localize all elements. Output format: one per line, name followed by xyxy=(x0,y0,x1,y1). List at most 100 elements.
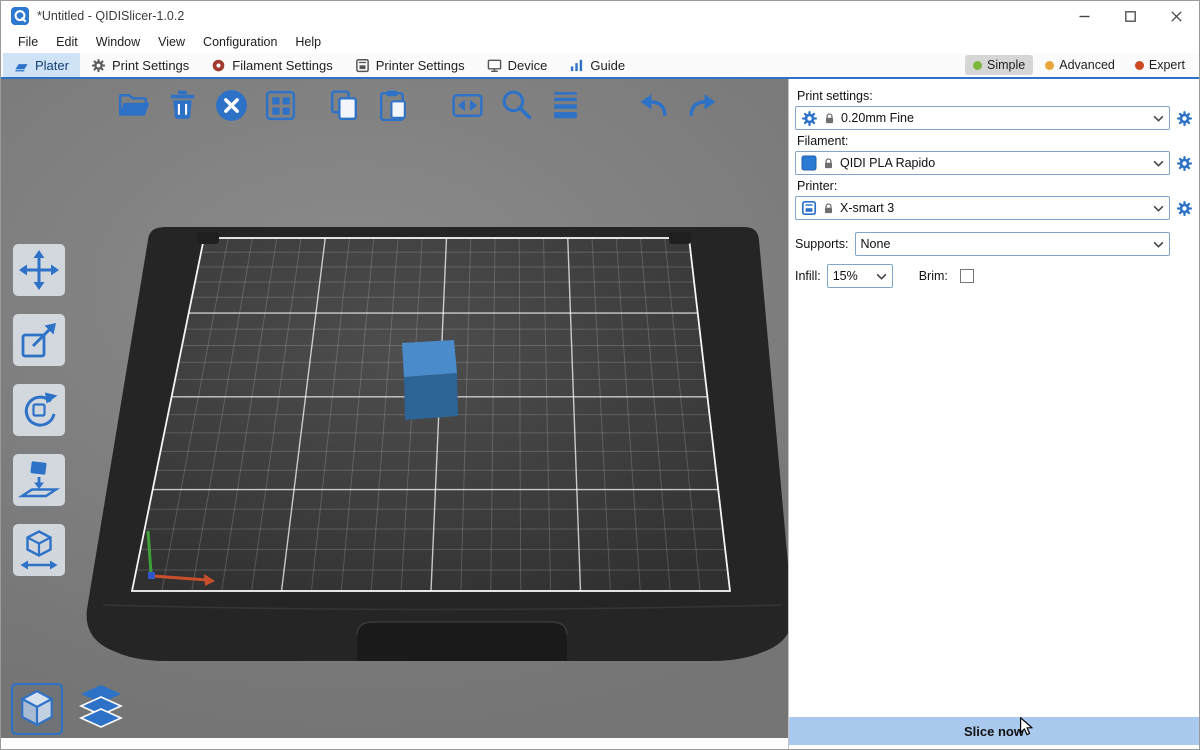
layers-view-icon[interactable] xyxy=(75,683,127,735)
variable-layer-height-icon[interactable] xyxy=(545,85,585,125)
3d-view-icon[interactable] xyxy=(11,683,63,735)
menu-file[interactable]: File xyxy=(9,35,47,49)
gear-icon xyxy=(801,110,818,127)
copy-icon[interactable] xyxy=(324,85,364,125)
infill-label: Infill: xyxy=(795,269,821,283)
model-cube[interactable] xyxy=(402,340,458,420)
maximize-button[interactable] xyxy=(1107,1,1153,31)
expert-mode-dot-icon xyxy=(1135,61,1144,70)
bed-clip xyxy=(197,232,219,244)
tab-print-settings[interactable]: Print Settings xyxy=(80,53,200,77)
undo-icon[interactable] xyxy=(633,85,673,125)
print-settings-combo[interactable]: 0.20mm Fine xyxy=(795,106,1170,130)
mode-simple[interactable]: Simple xyxy=(965,55,1033,75)
brim-label: Brim: xyxy=(919,269,948,283)
printer-value: X-smart 3 xyxy=(840,201,1144,215)
window-controls xyxy=(1061,1,1199,31)
close-icon xyxy=(1171,11,1182,22)
split-icon[interactable] xyxy=(447,85,487,125)
tab-guide[interactable]: Guide xyxy=(558,53,636,77)
supports-label: Supports: xyxy=(795,237,849,251)
supports-combo[interactable]: None xyxy=(855,232,1170,256)
open-file-icon[interactable] xyxy=(113,85,153,125)
bed-handle-recess xyxy=(357,622,567,661)
gear-icon xyxy=(91,58,106,73)
viewport-column xyxy=(1,79,788,750)
menu-configuration[interactable]: Configuration xyxy=(194,35,286,49)
mode-label: Expert xyxy=(1149,58,1185,72)
app-logo-icon xyxy=(11,7,29,25)
printer-label: Printer: xyxy=(797,179,1191,193)
maximize-icon xyxy=(1125,11,1136,22)
move-icon[interactable] xyxy=(13,244,65,296)
rotate-icon[interactable] xyxy=(13,384,65,436)
object-toolbar xyxy=(113,85,722,125)
printer-combo[interactable]: X-smart 3 xyxy=(795,196,1170,220)
tab-label: Guide xyxy=(590,58,625,73)
printer-icon xyxy=(801,200,817,216)
tab-device[interactable]: Device xyxy=(476,53,559,77)
tab-label: Plater xyxy=(35,58,69,73)
minimize-button[interactable] xyxy=(1061,1,1107,31)
filament-label: Filament: xyxy=(797,134,1191,148)
filament-icon xyxy=(211,58,226,73)
lock-icon xyxy=(822,157,835,170)
scene-canvas[interactable] xyxy=(1,79,788,738)
filament-gear-button[interactable] xyxy=(1176,155,1193,172)
chevron-down-icon xyxy=(876,273,887,280)
plater-icon xyxy=(14,58,29,73)
minimize-icon xyxy=(1079,11,1090,22)
simple-mode-dot-icon xyxy=(973,61,982,70)
print-settings-label: Print settings: xyxy=(797,89,1191,103)
measure-icon[interactable] xyxy=(13,524,65,576)
supports-value: None xyxy=(861,237,1144,251)
manipulation-toolbar xyxy=(13,244,65,576)
lock-icon xyxy=(823,112,836,125)
delete-icon[interactable] xyxy=(162,85,202,125)
tab-label: Device xyxy=(508,58,548,73)
view-toolbar xyxy=(11,683,127,735)
mode-label: Simple xyxy=(987,58,1025,72)
mode-switcher: Simple Advanced Expert xyxy=(965,53,1199,77)
mode-expert[interactable]: Expert xyxy=(1127,55,1193,75)
print-settings-value: 0.20mm Fine xyxy=(841,111,1144,125)
infill-combo[interactable]: 15% xyxy=(827,264,893,288)
lock-icon xyxy=(822,202,835,215)
menu-help[interactable]: Help xyxy=(286,35,330,49)
chevron-down-icon xyxy=(1153,205,1164,212)
close-button[interactable] xyxy=(1153,1,1199,31)
app-window: *Untitled - QIDISlicer-1.0.2 File Edit W… xyxy=(0,0,1200,750)
sidebar: Print settings: 0.20mm Fine Filament: QI… xyxy=(788,79,1199,750)
infill-value: 15% xyxy=(833,269,867,283)
paste-icon[interactable] xyxy=(373,85,413,125)
tab-printer-settings[interactable]: Printer Settings xyxy=(344,53,476,77)
chevron-down-icon xyxy=(1153,241,1164,248)
printer-gear-button[interactable] xyxy=(1176,200,1193,217)
print-settings-gear-button[interactable] xyxy=(1176,110,1193,127)
redo-icon[interactable] xyxy=(682,85,722,125)
menu-edit[interactable]: Edit xyxy=(47,35,87,49)
mode-advanced[interactable]: Advanced xyxy=(1037,55,1123,75)
arrange-icon[interactable] xyxy=(260,85,300,125)
menubar: File Edit Window View Configuration Help xyxy=(1,31,1199,53)
menu-view[interactable]: View xyxy=(149,35,194,49)
delete-all-icon[interactable] xyxy=(211,85,251,125)
tab-label: Printer Settings xyxy=(376,58,465,73)
place-on-face-icon[interactable] xyxy=(13,454,65,506)
filament-color-swatch xyxy=(801,155,817,171)
device-icon xyxy=(487,58,502,73)
tab-label: Print Settings xyxy=(112,58,189,73)
tab-filament-settings[interactable]: Filament Settings xyxy=(200,53,343,77)
bed-clip xyxy=(669,232,691,244)
search-icon[interactable] xyxy=(496,85,536,125)
titlebar: *Untitled - QIDISlicer-1.0.2 xyxy=(1,1,1199,31)
filament-combo[interactable]: QIDI PLA Rapido xyxy=(795,151,1170,175)
slice-now-button[interactable]: Slice now xyxy=(789,717,1199,745)
brim-checkbox[interactable] xyxy=(960,269,974,283)
menu-window[interactable]: Window xyxy=(87,35,149,49)
chevron-down-icon xyxy=(1153,160,1164,167)
tab-plater[interactable]: Plater xyxy=(3,53,80,77)
viewport-3d[interactable] xyxy=(1,79,788,738)
scale-icon[interactable] xyxy=(13,314,65,366)
printer-icon xyxy=(355,58,370,73)
